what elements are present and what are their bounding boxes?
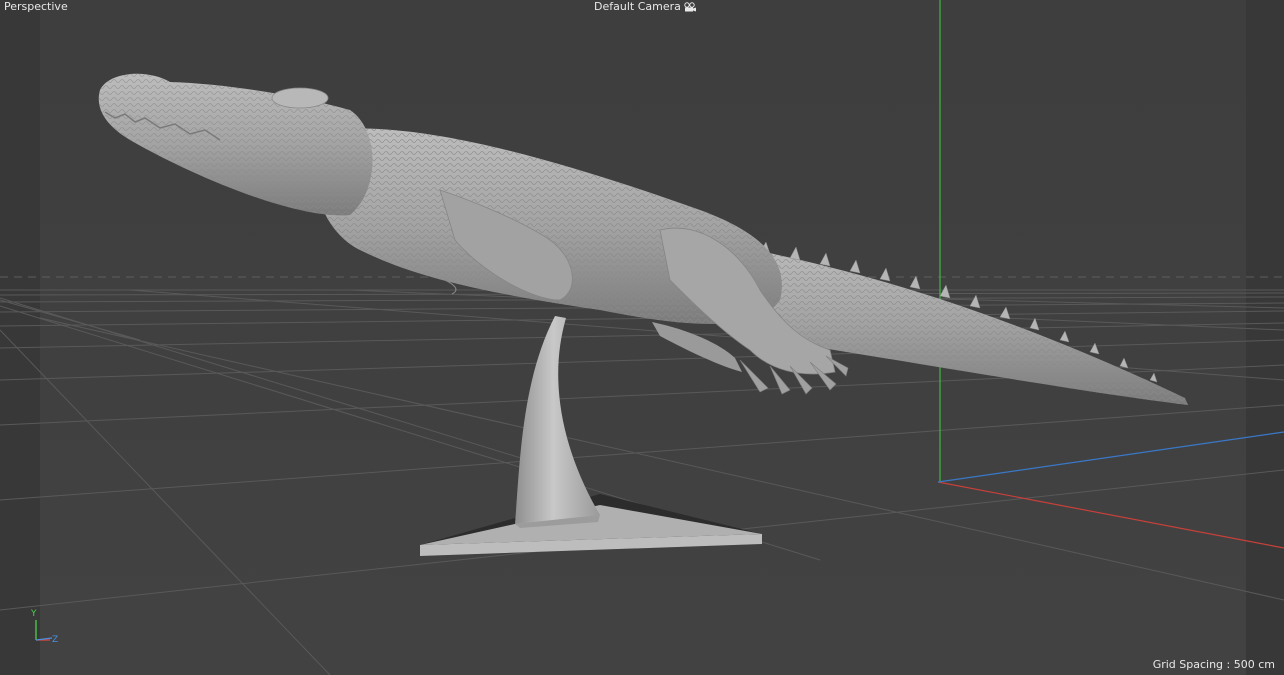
camera-name[interactable]: Default Camera — [594, 0, 681, 14]
camera-icon[interactable] — [683, 2, 697, 12]
axis-orientation-widget: Y Z — [26, 608, 66, 648]
safe-frame-right — [1246, 0, 1284, 675]
widget-z-label: Z — [52, 635, 59, 645]
camera-selector[interactable]: Default Camera — [594, 0, 697, 14]
viewport-view-name[interactable]: Perspective — [4, 0, 68, 14]
safe-frame-left — [0, 0, 40, 675]
3d-viewport[interactable]: Perspective Default Camera Y Z Grid Spac… — [0, 0, 1284, 675]
viewport-scene[interactable] — [0, 0, 1284, 675]
grid-spacing-readout: Grid Spacing : 500 cm — [1152, 658, 1275, 671]
widget-y-label: Y — [31, 609, 37, 619]
